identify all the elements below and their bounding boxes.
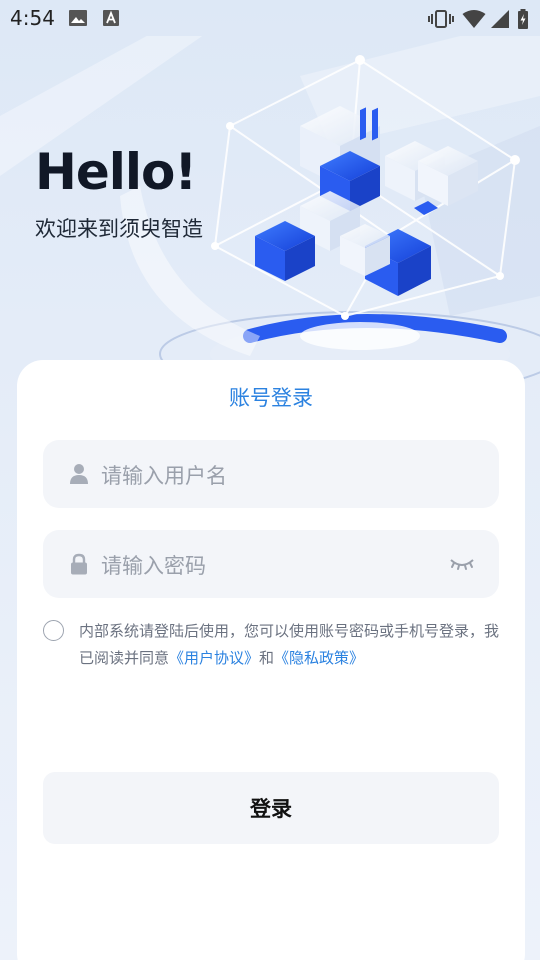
password-input[interactable]: 请输入密码 (101, 550, 206, 580)
agreement-text: 内部系统请登陆后使用，您可以使用账号密码或手机号登录，我已阅读并同意《用户协议》… (79, 618, 499, 672)
agreement-conjunction: 和 (259, 649, 275, 667)
status-time: 4:54 (10, 6, 55, 30)
wifi-icon (462, 10, 486, 28)
status-bar: 4:54 (0, 0, 540, 36)
login-button[interactable]: 登录 (43, 772, 499, 844)
username-field[interactable]: 请输入用户名 (43, 440, 499, 508)
password-visibility-toggle-icon[interactable] (449, 555, 475, 571)
image-notification-icon (69, 10, 87, 26)
battery-charging-icon (518, 9, 528, 29)
user-icon (70, 464, 88, 484)
agreement-checkbox[interactable] (43, 620, 64, 641)
vibrate-icon (428, 10, 454, 28)
username-input[interactable]: 请输入用户名 (101, 460, 227, 490)
lock-icon (71, 553, 87, 575)
cell-signal-icon (491, 10, 509, 28)
user-agreement-link[interactable]: 《用户协议》 (169, 649, 259, 667)
login-screen: 4:54 Hello! 欢迎来到须臾智造 账号登录 请输入用户名 请输入密码 内… (0, 0, 540, 960)
login-card: 账号登录 请输入用户名 请输入密码 内部系统请登陆后使用，您可以使用账号密码或手… (17, 360, 525, 960)
privacy-policy-link[interactable]: 《隐私政策》 (274, 649, 364, 667)
hero-welcome-text: 欢迎来到须臾智造 (35, 217, 203, 241)
login-tab-title[interactable]: 账号登录 (17, 382, 525, 412)
hero-greeting: Hello! (35, 143, 197, 201)
font-notification-icon (103, 10, 119, 26)
password-field[interactable]: 请输入密码 (43, 530, 499, 598)
